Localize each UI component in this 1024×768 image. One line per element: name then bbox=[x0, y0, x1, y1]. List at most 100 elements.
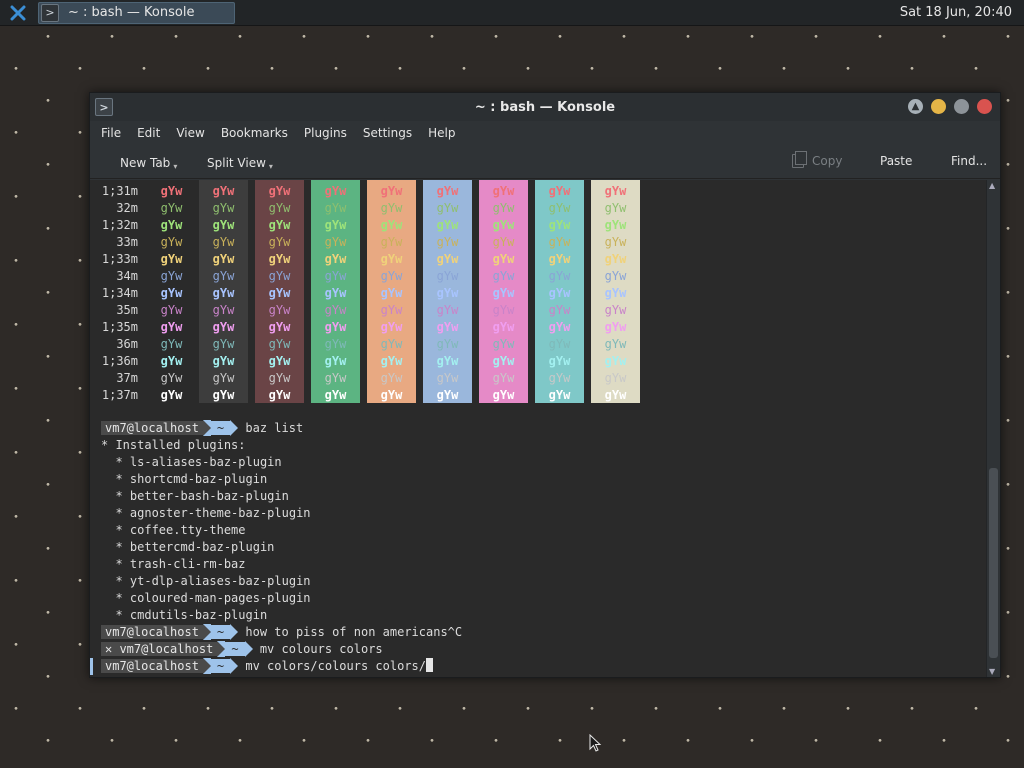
menu-help[interactable]: Help bbox=[420, 126, 463, 140]
color-sample: gYw bbox=[160, 303, 183, 317]
menu-plugins[interactable]: Plugins bbox=[296, 126, 355, 140]
terminal-output[interactable]: 1;31m gYw gYw gYw gYw gYw gYw gYw gYw gYw 32m gYw gY… bbox=[90, 180, 987, 677]
chevron-down-icon: ▾ bbox=[268, 162, 273, 171]
prompt-command: mv colors/colours colors/ bbox=[238, 659, 426, 673]
color-sample: gYw bbox=[324, 235, 347, 249]
split-view-button[interactable]: Split View ▾ bbox=[207, 154, 273, 172]
scroll-down-icon[interactable]: ▼ bbox=[989, 667, 995, 676]
color-sample: gYw bbox=[604, 320, 627, 334]
new-tab-label: New Tab bbox=[120, 155, 171, 170]
terminal-output-line: * coffee.tty-theme bbox=[101, 523, 246, 537]
window-titlebar[interactable]: > ~ : bash — Konsole ▲ bbox=[90, 93, 1000, 121]
color-sample: gYw bbox=[212, 337, 235, 351]
color-sample: gYw bbox=[160, 388, 183, 402]
color-sample: gYw bbox=[548, 371, 571, 385]
color-sample: gYw bbox=[160, 235, 183, 249]
minimize-button[interactable] bbox=[931, 99, 946, 114]
color-sample: gYw bbox=[548, 269, 571, 283]
menu-file[interactable]: File bbox=[93, 126, 129, 140]
new-tab-button[interactable]: New Tab ▾ bbox=[120, 154, 177, 172]
color-sample: gYw bbox=[548, 388, 571, 402]
prompt-host: ✕ vm7@localhost bbox=[101, 642, 218, 656]
menubar: File Edit View Bookmarks Plugins Setting… bbox=[90, 121, 1000, 145]
color-sample: gYw bbox=[268, 252, 291, 266]
prompt-directory: ~ bbox=[210, 659, 231, 673]
color-sample: gYw bbox=[380, 252, 403, 266]
color-sample: gYw bbox=[492, 269, 515, 283]
prompt-directory: ~ bbox=[225, 642, 245, 656]
mouse-pointer-icon bbox=[589, 734, 602, 752]
taskbar-item-konsole[interactable]: > ~ : bash — Konsole bbox=[38, 1, 235, 24]
scrollbar-thumb[interactable] bbox=[989, 468, 998, 658]
prompt-separator bbox=[202, 658, 211, 674]
color-sample: gYw bbox=[324, 252, 347, 266]
color-sample: gYw bbox=[268, 184, 291, 198]
color-sample: gYw bbox=[436, 235, 459, 249]
color-sample: gYw bbox=[604, 286, 627, 300]
menu-settings[interactable]: Settings bbox=[355, 126, 420, 140]
color-sample: gYw bbox=[604, 388, 627, 402]
taskbar-item-label: ~ : bash — Konsole bbox=[68, 5, 195, 20]
color-sample: gYw bbox=[436, 388, 459, 402]
color-sample: gYw bbox=[324, 218, 347, 232]
prompt-separator bbox=[230, 624, 239, 640]
paste-button[interactable]: Paste bbox=[880, 154, 912, 168]
terminal-scrollbar[interactable]: ▲ ▼ bbox=[986, 180, 1000, 677]
prompt-command: baz list bbox=[238, 421, 304, 435]
split-view-label: Split View bbox=[207, 155, 266, 170]
color-sample: gYw bbox=[604, 252, 627, 266]
find-label: Find... bbox=[951, 154, 988, 168]
color-sample: gYw bbox=[548, 303, 571, 317]
color-sample: gYw bbox=[380, 354, 403, 368]
prompt-command: mv colours colors bbox=[252, 642, 383, 656]
color-row-label: 34m bbox=[116, 269, 138, 283]
terminal-icon[interactable]: > bbox=[95, 98, 113, 116]
color-sample: gYw bbox=[492, 320, 515, 334]
close-button[interactable] bbox=[977, 99, 992, 114]
copy-icon bbox=[792, 151, 807, 168]
terminal-icon: > bbox=[41, 3, 59, 22]
color-sample: gYw bbox=[436, 218, 459, 232]
menu-bookmarks[interactable]: Bookmarks bbox=[213, 126, 296, 140]
scroll-up-icon[interactable]: ▲ bbox=[989, 181, 995, 190]
color-sample: gYw bbox=[548, 286, 571, 300]
clock[interactable]: Sat 18 Jun, 20:40 bbox=[900, 5, 1012, 20]
application-launcher-icon[interactable] bbox=[6, 1, 30, 25]
color-sample: gYw bbox=[604, 354, 627, 368]
copy-button[interactable]: Copy bbox=[792, 151, 842, 168]
color-sample: gYw bbox=[436, 354, 459, 368]
color-sample: gYw bbox=[492, 371, 515, 385]
keep-above-button[interactable]: ▲ bbox=[908, 99, 923, 114]
color-sample: gYw bbox=[212, 354, 235, 368]
color-row-label: 35m bbox=[116, 303, 138, 317]
color-sample: gYw bbox=[324, 286, 347, 300]
color-sample: gYw bbox=[212, 235, 235, 249]
color-sample: gYw bbox=[436, 371, 459, 385]
color-sample: gYw bbox=[492, 337, 515, 351]
color-row-label: 1;37m bbox=[101, 388, 138, 402]
menu-view[interactable]: View bbox=[168, 126, 212, 140]
prompt-separator bbox=[244, 641, 253, 657]
prompt-command: how to piss of non americans^C bbox=[238, 625, 463, 639]
find-button[interactable]: Find... bbox=[951, 154, 987, 168]
color-sample: gYw bbox=[268, 337, 291, 351]
color-sample: gYw bbox=[380, 269, 403, 283]
color-sample: gYw bbox=[436, 184, 459, 198]
color-sample: gYw bbox=[380, 218, 403, 232]
color-sample: gYw bbox=[548, 218, 571, 232]
prompt-directory: ~ bbox=[210, 421, 231, 435]
terminal-output-line: * cmdutils-baz-plugin bbox=[101, 608, 268, 622]
color-sample: gYw bbox=[212, 286, 235, 300]
terminal-output-line: * yt-dlp-aliases-baz-plugin bbox=[101, 574, 311, 588]
color-sample: gYw bbox=[436, 201, 459, 215]
menu-edit[interactable]: Edit bbox=[129, 126, 168, 140]
color-sample: gYw bbox=[604, 218, 627, 232]
color-sample: gYw bbox=[492, 235, 515, 249]
maximize-button[interactable] bbox=[954, 99, 969, 114]
color-sample: gYw bbox=[436, 320, 459, 334]
color-sample: gYw bbox=[324, 354, 347, 368]
color-sample: gYw bbox=[268, 269, 291, 283]
color-sample: gYw bbox=[548, 184, 571, 198]
terminal-output-line: * coloured-man-pages-plugin bbox=[101, 591, 311, 605]
color-sample: gYw bbox=[160, 354, 183, 368]
